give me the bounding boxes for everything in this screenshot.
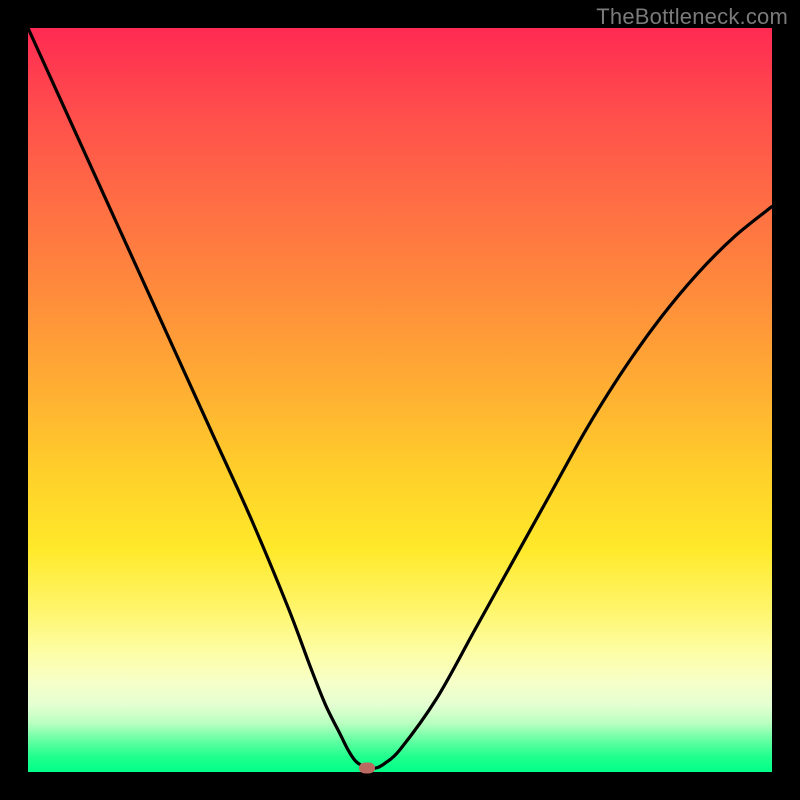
chart-frame: TheBottleneck.com [0, 0, 800, 800]
curve-path [28, 28, 772, 768]
watermark-text: TheBottleneck.com [596, 4, 788, 30]
bottleneck-curve [28, 28, 772, 772]
minimum-marker [359, 763, 375, 774]
plot-area [28, 28, 772, 772]
